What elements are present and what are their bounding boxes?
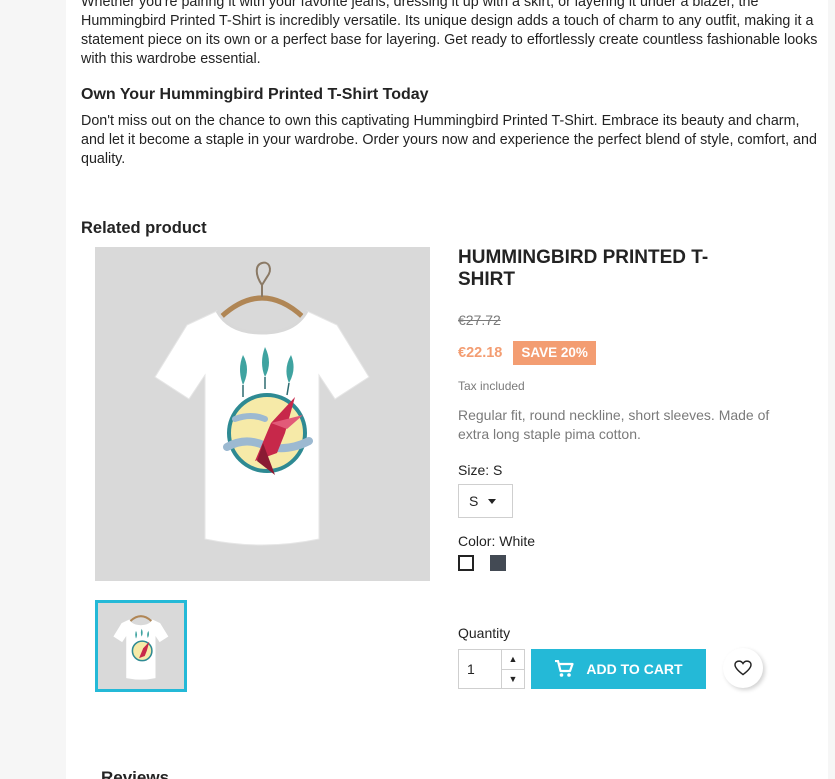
price-row: €22.18 SAVE 20% <box>458 341 798 365</box>
regular-price: €27.72 <box>458 312 501 328</box>
product-page-card: Whether you're pairing it with your favo… <box>66 0 828 779</box>
color-swatches <box>458 555 798 571</box>
tshirt-thumbnail-image <box>113 615 169 680</box>
product-info: HUMMINGBIRD PRINTED T-SHIRT €27.72 €22.1… <box>458 247 798 571</box>
product-thumbnail[interactable] <box>95 600 187 692</box>
related-product-title: Related product <box>81 219 207 237</box>
size-select[interactable]: S <box>458 484 513 518</box>
color-swatch-gray[interactable] <box>490 555 506 571</box>
product-name[interactable]: HUMMINGBIRD PRINTED T-SHIRT <box>458 247 758 291</box>
product-main-image[interactable] <box>95 247 430 581</box>
color-label: Color: White <box>458 533 536 549</box>
tax-label: Tax included <box>458 379 525 393</box>
short-description: Regular fit, round neckline, short sleev… <box>458 407 770 442</box>
description-heading: Own Your Hummingbird Printed T-Shirt Tod… <box>81 86 429 103</box>
tshirt-image <box>154 261 370 546</box>
heart-icon <box>734 660 752 676</box>
decrement-icon[interactable]: ▼ <box>502 670 524 689</box>
discount-badge: SAVE 20% <box>513 341 596 365</box>
wishlist-button[interactable] <box>723 648 763 688</box>
reviews-heading: Reviews <box>101 768 170 779</box>
quantity-label: Quantity <box>458 625 511 641</box>
current-price: €22.18 <box>458 345 503 361</box>
description-paragraph: Don't miss out on the chance to own this… <box>81 113 817 167</box>
caret-down-icon <box>488 498 497 504</box>
color-swatch-white[interactable] <box>458 555 474 571</box>
quantity-input[interactable]: 1 <box>459 650 501 688</box>
size-select-value: S <box>469 493 479 509</box>
quantity-stepper[interactable]: 1 ▲ ▼ <box>458 649 525 689</box>
cart-icon <box>555 660 575 677</box>
add-to-cart-button[interactable]: ADD TO CART <box>531 649 706 689</box>
quantity-spinner: ▲ ▼ <box>501 650 524 688</box>
add-to-cart-label: ADD TO CART <box>586 661 683 677</box>
description-paragraph: Whether you're pairing it with your favo… <box>81 0 818 67</box>
increment-icon[interactable]: ▲ <box>502 650 524 670</box>
size-label: Size: S <box>458 462 503 478</box>
